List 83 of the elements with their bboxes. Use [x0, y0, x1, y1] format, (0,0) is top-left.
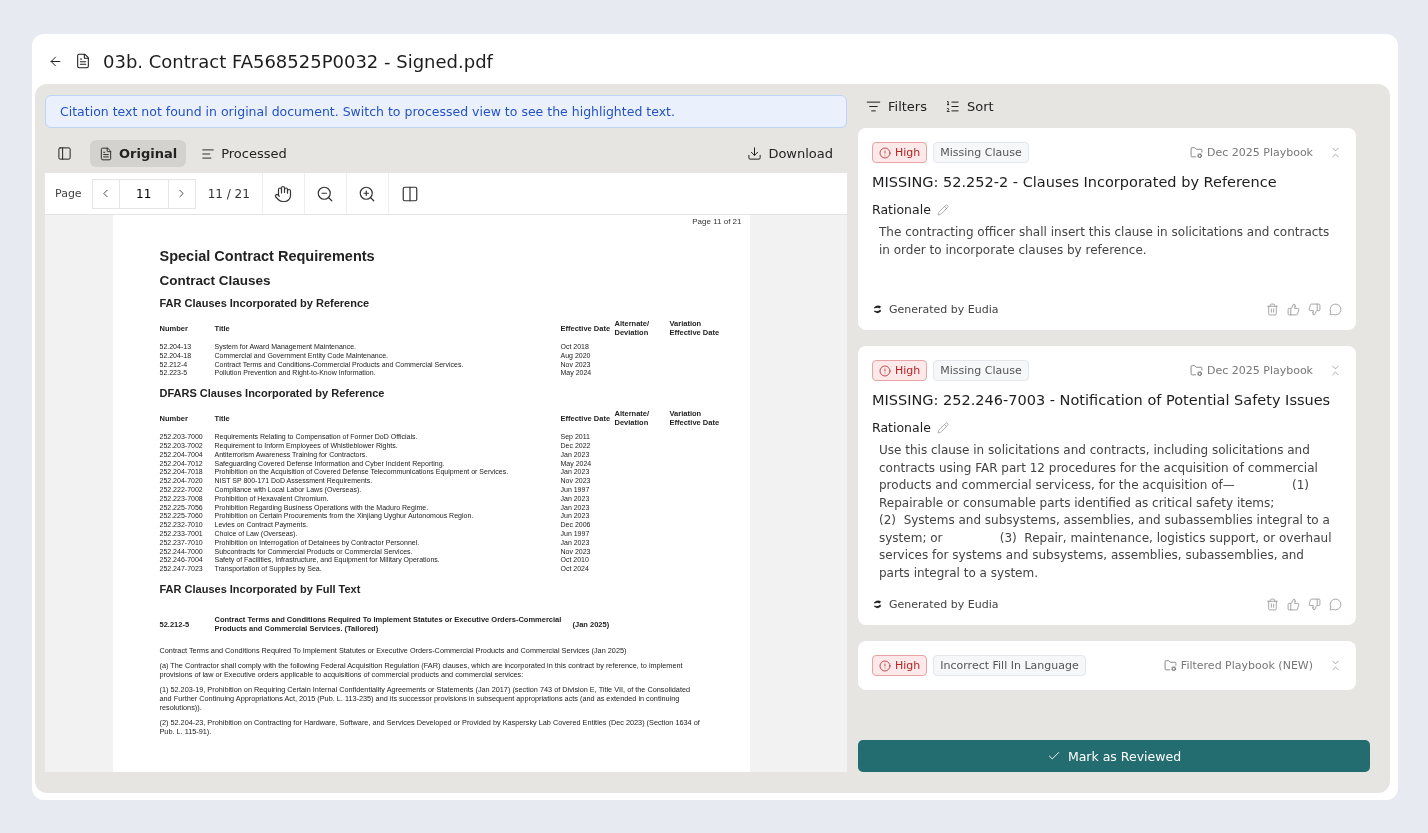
delete-button[interactable] [1266, 598, 1279, 611]
back-arrow-icon [48, 53, 63, 69]
download-button[interactable]: Download [741, 145, 839, 162]
severity-badge: High [872, 360, 928, 381]
collapse-button[interactable] [1329, 364, 1342, 377]
text-lines-icon [201, 146, 216, 161]
pdf-file-icon [75, 53, 91, 69]
generated-by-label: Generated by Eudia [889, 598, 999, 611]
collapse-button[interactable] [1329, 659, 1342, 672]
mark-as-reviewed-button[interactable]: Mark as Reviewed [858, 740, 1370, 772]
download-icon [747, 146, 763, 161]
section-heading: FAR Clauses Incorporated by Full Text [159, 582, 362, 595]
collapse-icon [1329, 659, 1342, 672]
check-icon [1046, 749, 1061, 763]
page-count: 11 / 21 [195, 173, 263, 214]
citation-notice: Citation text not found in original document. Switch to processed view to see the highlighted text. [45, 95, 847, 128]
comment-button[interactable] [1329, 303, 1342, 316]
view-tab[interactable]: Original [90, 140, 187, 167]
collapse-icon [1329, 364, 1342, 377]
finding-title: MISSING: 252.246-7003 - Notification of Potential Safety Issues [872, 392, 1332, 408]
folder-icon [1163, 659, 1177, 672]
rationale-label: Rationale [872, 202, 931, 217]
rationale-label: Rationale [872, 420, 931, 435]
comment-icon [1329, 598, 1342, 611]
document-subheading: Contract Clauses [159, 273, 272, 288]
logo-icon [872, 304, 883, 315]
thumbs-up-icon [1287, 598, 1300, 611]
collapse-button[interactable] [1329, 146, 1342, 159]
zoom-in-icon [358, 184, 377, 203]
filter-icon [866, 99, 881, 114]
comment-button[interactable] [1329, 598, 1342, 611]
section-heading: DFARS Clauses Incorporated by Reference [159, 387, 386, 400]
previous-page-button[interactable] [91, 178, 120, 209]
collapse-icon [1329, 146, 1342, 159]
page-number-field[interactable]: 11 [119, 178, 168, 209]
back-button[interactable] [48, 53, 63, 69]
thumbs-up-button[interactable] [1287, 598, 1300, 611]
playbook-label: Filtered Playbook (NEW) [1163, 659, 1313, 672]
severity-badge: High [872, 142, 928, 163]
sidebar-icon [57, 146, 72, 161]
sort-button[interactable]: Sort [944, 99, 994, 114]
section-heading: FAR Clauses Incorporated by Reference [159, 297, 371, 309]
alert-icon [879, 146, 891, 159]
alert-icon [879, 659, 891, 672]
thumbs-down-button[interactable] [1308, 598, 1321, 611]
trash-icon [1266, 598, 1279, 611]
playbook-label: Dec 2025 Playbook [1189, 364, 1313, 377]
playbook-label: Dec 2025 Playbook [1189, 146, 1313, 159]
folder-icon [1189, 364, 1203, 377]
alert-icon [879, 364, 891, 377]
sidebar-toggle-button[interactable] [57, 146, 72, 161]
logo-icon [872, 599, 883, 610]
trash-icon [1266, 303, 1279, 316]
document-heading: Special Contract Requirements [159, 248, 376, 264]
filters-button[interactable]: Filters [866, 99, 927, 114]
folder-icon [1189, 146, 1203, 159]
category-tag: Missing Clause [933, 360, 1029, 381]
severity-badge: High [872, 655, 928, 676]
rationale-text: Use this clause in solicitations and contracts, including solicitations and contracts using FAR part 12 procedures for the acquisition of commercial products and commercial servicess, for the acquisition of— (1) Repairable or consumable parts identified as critical safety items; (2) Systems and subsystems, assemblies, and subassemblies integral to a system; or (3) Repair, maintenance, logistics support, or overhaul services for systems and subsystems, assemblies, subassemblies, and parts integral to a system. [878, 442, 1333, 582]
rationale-text: The contracting officer shall insert this clause in solicitations and contracts in order to incorporate clauses by reference. [878, 224, 1331, 259]
thumbs-up-icon [1287, 303, 1300, 316]
thumbs-down-button[interactable] [1308, 303, 1321, 316]
view-tab[interactable]: Processed [192, 140, 296, 167]
delete-button[interactable] [1266, 303, 1279, 316]
sort-list-icon [944, 99, 960, 114]
thumbs-down-icon [1308, 303, 1321, 316]
thumbs-down-icon [1308, 598, 1321, 611]
next-page-button[interactable] [167, 178, 196, 209]
page-label: Page [54, 187, 83, 200]
generated-by-label: Generated by Eudia [889, 303, 999, 316]
category-tag: Incorrect Fill In Language [933, 655, 1086, 676]
category-tag: Missing Clause [933, 142, 1029, 163]
edit-icon [936, 421, 949, 434]
columns-icon [400, 184, 419, 203]
finding-title: MISSING: 52.252-2 - Clauses Incorporated by Reference [872, 174, 1278, 190]
zoom-out-icon [316, 184, 335, 203]
thumbs-up-button[interactable] [1287, 303, 1300, 316]
document-icon [99, 146, 113, 161]
hand-icon [274, 184, 293, 203]
edit-icon [936, 203, 949, 216]
page-number-text: Page 11 of 21 [691, 217, 742, 226]
document-title: 03b. Contract FA568525P0032 - Signed.pdf [103, 50, 493, 72]
comment-icon [1329, 303, 1342, 316]
